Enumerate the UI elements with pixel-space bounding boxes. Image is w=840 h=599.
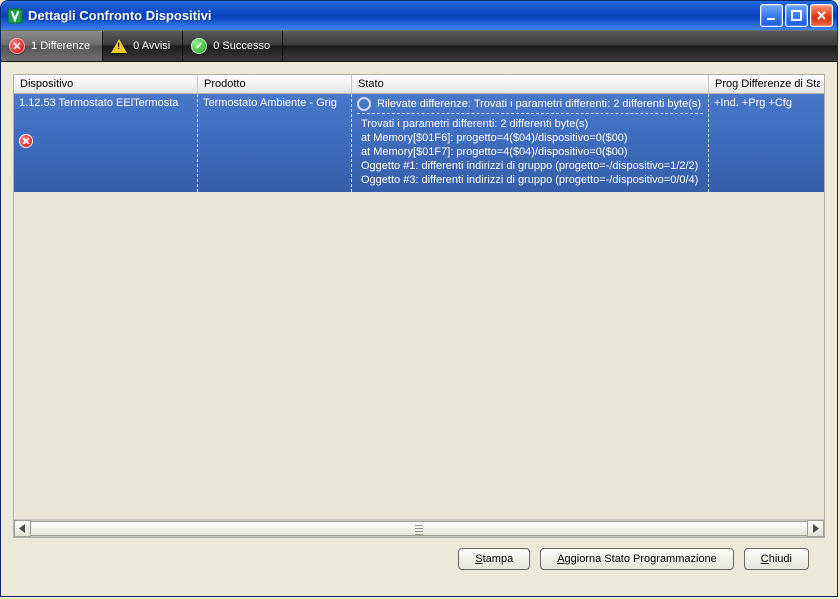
col-stato[interactable]: Stato bbox=[352, 75, 709, 93]
aggiorna-rest: ggiorna Stato Programmazione bbox=[565, 553, 717, 565]
scroll-thumb[interactable] bbox=[31, 521, 807, 536]
body-region: Dispositivo Prodotto Stato Prog Differen… bbox=[1, 62, 837, 596]
scroll-right-button[interactable] bbox=[807, 520, 824, 537]
tab-avvisi-count: 0 bbox=[133, 40, 139, 52]
grid-header: Dispositivo Prodotto Stato Prog Differen… bbox=[14, 75, 824, 94]
state-line: Trovati i parametri differenti: 2 differ… bbox=[361, 117, 703, 131]
results-grid: Dispositivo Prodotto Stato Prog Differen… bbox=[13, 74, 825, 538]
window-frame: Dettagli Confronto Dispositivi ✕ 1 Diffe… bbox=[0, 0, 838, 597]
horizontal-scrollbar[interactable] bbox=[14, 519, 824, 537]
success-icon bbox=[191, 38, 207, 54]
col-prodotto[interactable]: Prodotto bbox=[198, 75, 352, 93]
minimize-button[interactable] bbox=[760, 4, 783, 27]
tab-successo[interactable]: 0 Successo bbox=[183, 31, 283, 61]
cell-stato: Rilevate differenze: Trovati i parametri… bbox=[352, 94, 709, 192]
tab-avvisi-label: Avvisi bbox=[142, 40, 171, 52]
tab-differenze-label: Differenze bbox=[40, 40, 90, 52]
aggiorna-button[interactable]: Aggiorna Stato Programmazione bbox=[540, 548, 734, 570]
scroll-left-button[interactable] bbox=[14, 520, 31, 537]
grid-body: 1.12.53 Termostato EElTermosta Termostat… bbox=[14, 94, 824, 519]
button-bar: Stampa Aggiorna Stato Programmazione Chi… bbox=[13, 538, 825, 584]
cell-prodotto: Termostato Ambiente - Grig bbox=[198, 94, 352, 192]
tab-successo-label: Successo bbox=[222, 40, 270, 52]
cell-dispositivo: 1.12.53 Termostato EElTermosta bbox=[14, 94, 198, 192]
state-line: Oggetto #1: differenti indirizzi di grup… bbox=[361, 159, 703, 173]
app-icon bbox=[7, 8, 23, 24]
col-prog-diff[interactable]: Prog Differenze di Stato bbox=[709, 75, 820, 93]
tab-differenze-count: 1 bbox=[31, 40, 37, 52]
row-error-icon bbox=[19, 134, 33, 148]
state-line: at Memory[$01F7]: progetto=4($04)/dispos… bbox=[361, 145, 703, 159]
row-device-label: 1.12.53 Termostato EElTermosta bbox=[19, 97, 178, 109]
state-indicator-icon bbox=[357, 97, 371, 111]
warning-icon bbox=[111, 39, 127, 53]
error-icon: ✕ bbox=[9, 38, 25, 54]
stampa-rest: tampa bbox=[483, 553, 514, 565]
cell-prog-diff: +Ind. +Prg +Cfg bbox=[709, 94, 820, 192]
scroll-track[interactable] bbox=[31, 520, 807, 537]
table-row[interactable]: 1.12.53 Termostato EElTermosta Termostat… bbox=[14, 94, 824, 192]
state-summary: Rilevate differenze: Trovati i parametri… bbox=[377, 97, 701, 111]
tab-successo-count: 0 bbox=[213, 40, 219, 52]
col-dispositivo[interactable]: Dispositivo bbox=[14, 75, 198, 93]
state-details: Trovati i parametri differenti: 2 differ… bbox=[357, 113, 703, 187]
chiudi-button[interactable]: Chiudi bbox=[744, 548, 809, 570]
window-title: Dettagli Confronto Dispositivi bbox=[28, 8, 760, 23]
filter-toolbar: ✕ 1 Differenze 0 Avvisi 0 Successo bbox=[1, 30, 837, 62]
state-line: Oggetto #3: differenti indirizzi di grup… bbox=[361, 173, 703, 187]
tab-avvisi[interactable]: 0 Avvisi bbox=[103, 31, 183, 61]
maximize-button[interactable] bbox=[785, 4, 808, 27]
titlebar[interactable]: Dettagli Confronto Dispositivi bbox=[1, 1, 837, 30]
chiudi-rest: hiudi bbox=[769, 553, 792, 565]
close-button[interactable] bbox=[810, 4, 833, 27]
stampa-button[interactable]: Stampa bbox=[458, 548, 530, 570]
tab-differenze[interactable]: ✕ 1 Differenze bbox=[1, 31, 103, 61]
state-line: at Memory[$01F6]: progetto=4($04)/dispos… bbox=[361, 131, 703, 145]
